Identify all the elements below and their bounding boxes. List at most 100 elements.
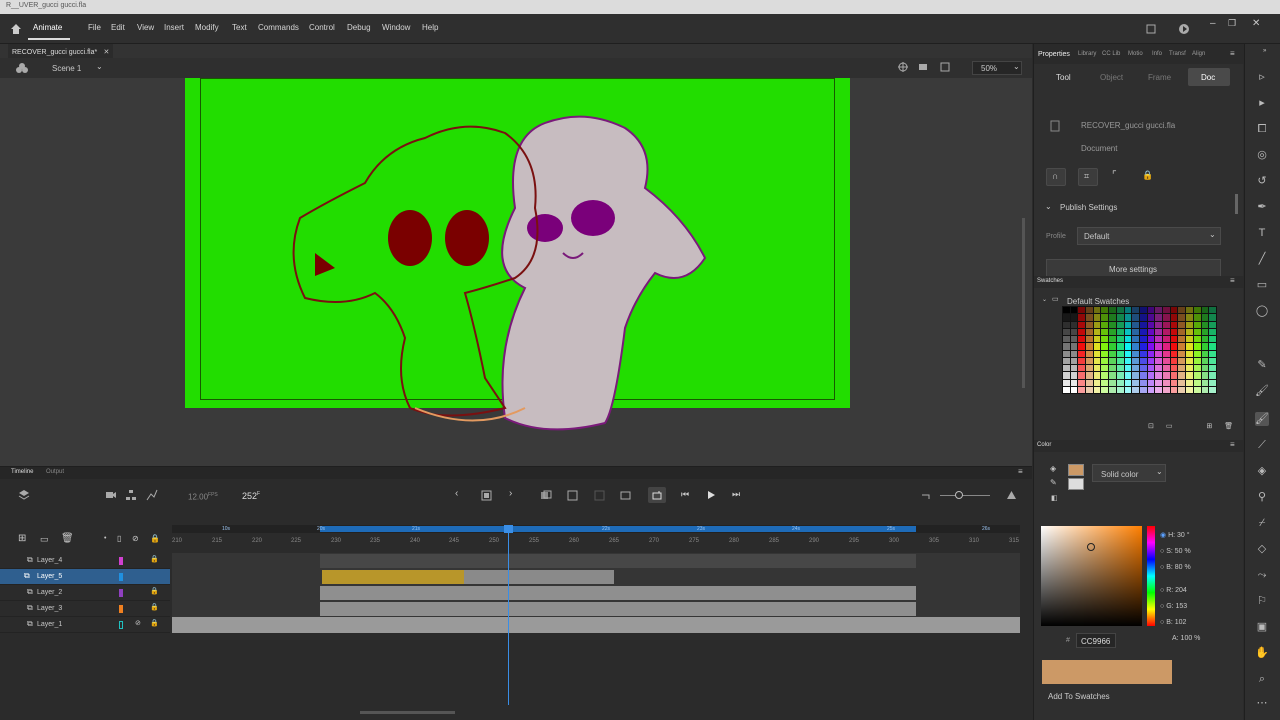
swatch-cell[interactable]: [1209, 314, 1216, 321]
swatch-grid[interactable]: [1062, 306, 1217, 394]
layer-row[interactable]: ⧉ Layer_2 🔒: [0, 585, 1020, 601]
swatch-cell[interactable]: [1063, 350, 1070, 357]
layer-row[interactable]: ⧉ Layer_5: [0, 569, 1020, 585]
swatch-cell[interactable]: [1116, 314, 1124, 321]
swatch-cell[interactable]: [1116, 379, 1124, 386]
swatch-cell[interactable]: [1093, 365, 1101, 372]
swatch-cell[interactable]: [1124, 365, 1132, 372]
swatch-cell[interactable]: [1193, 314, 1201, 321]
pen-tool-icon[interactable]: ✒: [1255, 200, 1269, 214]
swatch-cell[interactable]: [1109, 386, 1116, 393]
swatch-cell[interactable]: [1163, 386, 1170, 393]
layer-name[interactable]: Layer_2: [37, 589, 62, 596]
swatch-cell[interactable]: [1101, 321, 1109, 328]
snap-button[interactable]: ∩: [1046, 168, 1066, 186]
hidden-icon[interactable]: ⊘: [135, 619, 141, 627]
swatch-cell[interactable]: [1124, 343, 1132, 350]
swatch-cell[interactable]: [1078, 357, 1086, 364]
swatch-cell[interactable]: [1186, 307, 1193, 314]
brush-tool-icon[interactable]: 🖌: [1255, 412, 1269, 426]
minimize-icon[interactable]: –: [1210, 18, 1216, 29]
swatch-cell[interactable]: [1086, 365, 1093, 372]
onion-outline-icon[interactable]: [567, 490, 578, 501]
swatch-cell[interactable]: [1139, 386, 1147, 393]
swatch-cell[interactable]: [1139, 328, 1147, 335]
swatch-cell[interactable]: [1147, 343, 1155, 350]
swatch-cell[interactable]: [1078, 379, 1086, 386]
swatch-cell[interactable]: [1078, 307, 1086, 314]
swatch-cell[interactable]: [1178, 372, 1186, 379]
swatch-cell[interactable]: [1163, 336, 1170, 343]
swatch-cell[interactable]: [1147, 328, 1155, 335]
swatch-cell[interactable]: [1109, 307, 1116, 314]
swatch-cell[interactable]: [1086, 321, 1093, 328]
swatch-cell[interactable]: [1093, 343, 1101, 350]
swatch-cell[interactable]: [1209, 350, 1216, 357]
paint-bucket-tool-icon[interactable]: ◈: [1255, 464, 1269, 478]
swatch-cell[interactable]: [1201, 343, 1209, 350]
swatch-cell[interactable]: [1093, 379, 1101, 386]
swatch-cell[interactable]: [1193, 343, 1201, 350]
menu-file[interactable]: File: [88, 23, 101, 32]
onion-skin-icon[interactable]: [540, 490, 552, 501]
swatch-cell[interactable]: [1116, 307, 1124, 314]
menu-edit[interactable]: Edit: [111, 23, 125, 32]
graph-icon[interactable]: [146, 489, 158, 501]
swatch-cell[interactable]: [1147, 350, 1155, 357]
swatch-cell[interactable]: [1093, 372, 1101, 379]
swatch-cell[interactable]: [1101, 336, 1109, 343]
swatch-cell[interactable]: [1086, 372, 1093, 379]
swatch-cell[interactable]: [1170, 372, 1178, 379]
camera-icon[interactable]: [918, 62, 928, 72]
layer-frames[interactable]: [172, 553, 1020, 569]
swatch-cell[interactable]: [1093, 314, 1101, 321]
layer-name[interactable]: Layer_4: [37, 557, 62, 564]
chevron-down-icon[interactable]: ⌄: [96, 62, 103, 71]
lock-icon[interactable]: 🔒: [150, 534, 160, 543]
swatch-cell[interactable]: [1109, 350, 1116, 357]
current-frame[interactable]: 252F: [242, 491, 260, 501]
edit-multiple-icon[interactable]: [594, 490, 605, 501]
swatch-cell[interactable]: [1070, 372, 1078, 379]
swatch-cell[interactable]: [1063, 336, 1070, 343]
swatch-cell[interactable]: [1116, 372, 1124, 379]
tab-library[interactable]: Library: [1078, 51, 1096, 57]
swatch-cell[interactable]: [1078, 350, 1086, 357]
swatch-cell[interactable]: [1078, 328, 1086, 335]
swatch-cell[interactable]: [1109, 343, 1116, 350]
swatch-cell[interactable]: [1163, 321, 1170, 328]
free-transform-tool-icon[interactable]: ⧠: [1255, 122, 1269, 136]
loop-toggle[interactable]: [648, 487, 666, 503]
swatch-cell[interactable]: [1170, 350, 1178, 357]
layer-color-swatch[interactable]: [119, 589, 123, 597]
tab-tool[interactable]: Tool: [1056, 73, 1071, 82]
swatch-cell[interactable]: [1170, 321, 1178, 328]
menu-control[interactable]: Control: [309, 23, 335, 32]
stage-canvas[interactable]: [185, 78, 850, 431]
menu-commands[interactable]: Commands: [258, 23, 299, 32]
swatch-cell[interactable]: [1147, 372, 1155, 379]
color-picker-cursor[interactable]: [1087, 543, 1095, 551]
swatch-cell[interactable]: [1086, 350, 1093, 357]
document-tab[interactable]: RECOVER_gucci gucci.fla* ✕: [8, 44, 114, 58]
swatch-cell[interactable]: [1139, 307, 1147, 314]
panel-menu-icon[interactable]: ≡: [1230, 49, 1235, 58]
swatch-cell[interactable]: [1101, 343, 1109, 350]
swatch-cell[interactable]: [1178, 321, 1186, 328]
swatch-cell[interactable]: [1116, 321, 1124, 328]
swatch-cell[interactable]: [1101, 350, 1109, 357]
swatch-cell[interactable]: [1063, 357, 1070, 364]
tab-align[interactable]: Align: [1192, 51, 1205, 57]
swatch-cell[interactable]: [1132, 321, 1139, 328]
swatch-cell[interactable]: [1116, 386, 1124, 393]
zoom-chevron-icon[interactable]: ⌄: [1013, 62, 1020, 71]
line-tool-icon[interactable]: ╱: [1255, 252, 1269, 266]
swatch-cell[interactable]: [1124, 314, 1132, 321]
swatch-cell[interactable]: [1193, 328, 1201, 335]
swatch-cell[interactable]: [1163, 350, 1170, 357]
width-tool-icon[interactable]: ⤳: [1255, 568, 1269, 582]
swatch-cell[interactable]: [1070, 314, 1078, 321]
fill-color-swatch[interactable]: [1068, 464, 1084, 476]
swatch-cell[interactable]: [1063, 379, 1070, 386]
menu-insert[interactable]: Insert: [164, 23, 184, 32]
